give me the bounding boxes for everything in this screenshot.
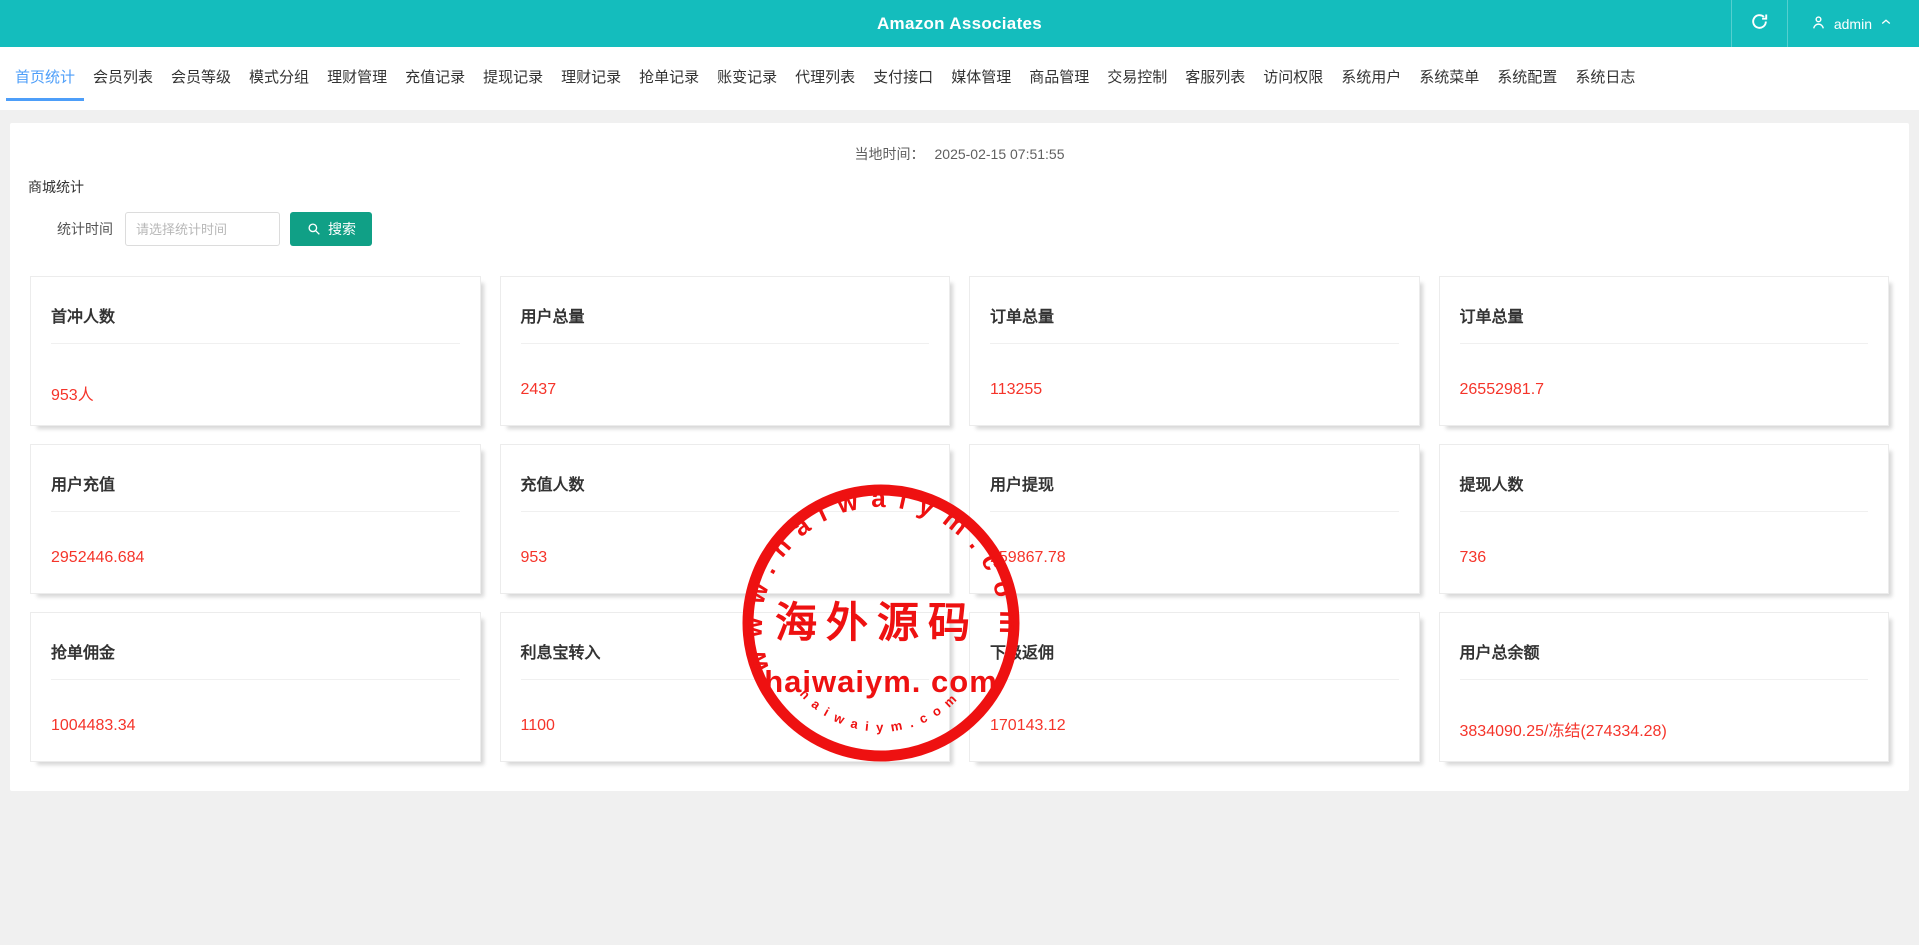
search-button[interactable]: 搜索 [290, 212, 372, 246]
nav-tab-7[interactable]: 理财记录 [552, 55, 630, 101]
user-menu[interactable]: admin [1787, 0, 1919, 47]
app-header: Amazon Associates admin [0, 0, 1919, 47]
local-time-value: 2025-02-15 07:51:55 [935, 146, 1065, 162]
username: admin [1834, 16, 1872, 32]
stat-card-6: 用户提现 259867.78 [969, 444, 1420, 594]
stat-card-value: 953 [521, 549, 930, 567]
nav-tab-0[interactable]: 首页统计 [6, 55, 84, 101]
stat-card-5: 充值人数 953 [500, 444, 951, 594]
nav-tab-2[interactable]: 会员等级 [162, 55, 240, 101]
stat-card-title: 下级返佣 [990, 613, 1399, 663]
stat-card-divider [521, 343, 930, 344]
stat-cards-grid: 首冲人数 953人 用户总量 2437 订单总量 113255 订单总量 26552981.7… [30, 276, 1889, 762]
stat-card-1: 用户总量 2437 [500, 276, 951, 426]
stat-card-value: 1100 [521, 717, 930, 735]
nav-tab-14[interactable]: 交易控制 [1098, 55, 1176, 101]
stat-card-value: 170143.12 [990, 717, 1399, 735]
stat-card-9: 利息宝转入 1100 [500, 612, 951, 762]
stat-card-value: 259867.78 [990, 549, 1399, 567]
stats-panel: 当地时间： 2025-02-15 07:51:55 商城统计 统计时间 搜索 首冲… [10, 123, 1909, 791]
stat-card-4: 用户充值 2952446.684 [30, 444, 481, 594]
stat-card-3: 订单总量 26552981.7 [1439, 276, 1890, 426]
stat-card-0: 首冲人数 953人 [30, 276, 481, 426]
stat-card-value: 953人 [51, 381, 460, 405]
stat-card-2: 订单总量 113255 [969, 276, 1420, 426]
local-time: 当地时间： 2025-02-15 07:51:55 [10, 123, 1909, 164]
filter-label: 统计时间 [57, 219, 113, 239]
stat-card-divider [1460, 511, 1869, 512]
nav-tab-6[interactable]: 提现记录 [474, 55, 552, 101]
search-button-label: 搜索 [328, 219, 356, 239]
stat-card-value: 1004483.34 [51, 717, 460, 735]
app-title: Amazon Associates [0, 14, 1919, 34]
stat-card-divider [521, 679, 930, 680]
nav-tab-15[interactable]: 客服列表 [1176, 55, 1254, 101]
refresh-button[interactable] [1731, 0, 1787, 47]
stat-card-title: 用户总量 [521, 277, 930, 327]
stat-card-value: 2437 [521, 381, 930, 399]
stat-card-value: 3834090.25/冻结(274334.28) [1460, 717, 1869, 741]
nav-tab-13[interactable]: 商品管理 [1020, 55, 1098, 101]
stat-card-value: 26552981.7 [1460, 381, 1869, 399]
stat-card-title: 利息宝转入 [521, 613, 930, 663]
nav-tab-18[interactable]: 系统菜单 [1410, 55, 1488, 101]
local-time-label: 当地时间： [855, 146, 925, 162]
nav-tab-9[interactable]: 账变记录 [708, 55, 786, 101]
nav-tab-16[interactable]: 访问权限 [1254, 55, 1332, 101]
stat-card-title: 首冲人数 [51, 277, 460, 327]
nav-tab-1[interactable]: 会员列表 [84, 55, 162, 101]
filter-row: 统计时间 搜索 [57, 212, 1909, 246]
stat-card-7: 提现人数 736 [1439, 444, 1890, 594]
stat-card-title: 订单总量 [1460, 277, 1869, 327]
stat-card-10: 下级返佣 170143.12 [969, 612, 1420, 762]
stat-card-divider [990, 511, 1399, 512]
stat-card-value: 736 [1460, 549, 1869, 567]
nav-tab-20[interactable]: 系统日志 [1566, 55, 1644, 101]
nav-tab-19[interactable]: 系统配置 [1488, 55, 1566, 101]
nav-tab-5[interactable]: 充值记录 [396, 55, 474, 101]
stat-card-divider [51, 511, 460, 512]
section-title: 商城统计 [28, 177, 1909, 197]
stat-card-title: 用户提现 [990, 445, 1399, 495]
nav-tab-8[interactable]: 抢单记录 [630, 55, 708, 101]
stat-time-input[interactable] [125, 212, 280, 246]
refresh-icon [1750, 12, 1769, 36]
nav-tab-17[interactable]: 系统用户 [1332, 55, 1410, 101]
stat-card-divider [51, 679, 460, 680]
nav-tab-4[interactable]: 理财管理 [318, 55, 396, 101]
stat-card-title: 用户总余额 [1460, 613, 1869, 663]
user-icon [1810, 14, 1827, 34]
stat-card-divider [990, 343, 1399, 344]
nav-tab-11[interactable]: 支付接口 [864, 55, 942, 101]
chevron-up-icon [1879, 15, 1893, 32]
nav-tab-10[interactable]: 代理列表 [786, 55, 864, 101]
stat-card-11: 用户总余额 3834090.25/冻结(274334.28) [1439, 612, 1890, 762]
nav-tab-3[interactable]: 模式分组 [240, 55, 318, 101]
stat-card-title: 订单总量 [990, 277, 1399, 327]
stat-card-8: 抢单佣金 1004483.34 [30, 612, 481, 762]
stat-card-title: 抢单佣金 [51, 613, 460, 663]
stat-card-divider [1460, 679, 1869, 680]
stat-card-title: 提现人数 [1460, 445, 1869, 495]
stat-card-divider [1460, 343, 1869, 344]
nav-tab-12[interactable]: 媒体管理 [942, 55, 1020, 101]
stat-card-title: 充值人数 [521, 445, 930, 495]
stat-card-divider [51, 343, 460, 344]
stat-card-value: 2952446.684 [51, 549, 460, 567]
main-nav: 首页统计会员列表会员等级模式分组理财管理充值记录提现记录理财记录抢单记录账变记录… [0, 47, 1919, 110]
stat-card-title: 用户充值 [51, 445, 460, 495]
stat-card-divider [990, 679, 1399, 680]
search-icon [306, 221, 322, 237]
stat-card-divider [521, 511, 930, 512]
stat-card-value: 113255 [990, 381, 1399, 399]
